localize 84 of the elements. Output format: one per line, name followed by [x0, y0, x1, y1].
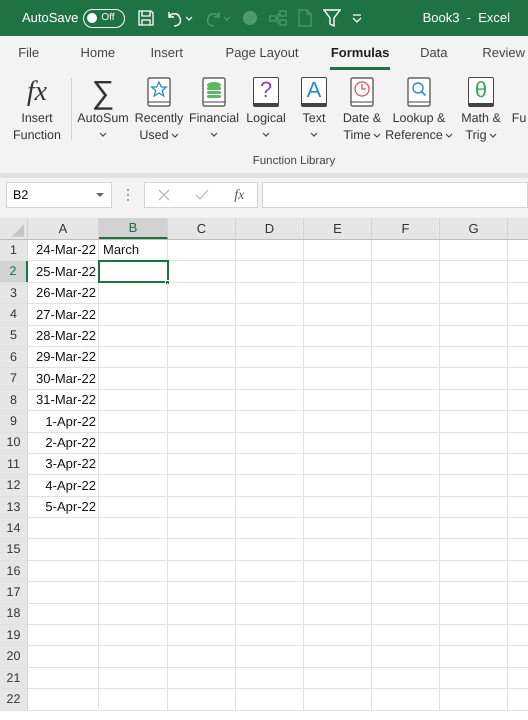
row-header[interactable]: 7	[0, 368, 28, 389]
cell-text: 29-Mar-22	[36, 348, 96, 366]
autosave-label: AutoSave	[22, 9, 78, 28]
row-header[interactable]: 3	[0, 282, 28, 304]
customize-caret-icon[interactable]	[351, 12, 364, 24]
clock-book-icon	[349, 77, 375, 107]
fill-handle[interactable]	[165, 280, 170, 285]
row-header[interactable]: 14	[0, 518, 28, 538]
row-header[interactable]: 16	[0, 560, 28, 582]
row-header[interactable]: 9	[0, 411, 28, 432]
column-header[interactable]: D	[236, 218, 304, 239]
name-box[interactable]: B2	[6, 182, 112, 208]
row-header[interactable]: 5	[0, 326, 28, 346]
ribbon-button[interactable]: Recently Used	[131, 74, 187, 144]
column-header[interactable]: C	[168, 218, 236, 239]
filter-icon[interactable]	[323, 8, 342, 28]
ribbon-tab[interactable]: File	[17, 36, 40, 70]
row-header[interactable]: 6	[0, 346, 28, 368]
cell-text: 5-Apr-22	[45, 498, 96, 516]
cell-text: 1-Apr-22	[45, 412, 96, 431]
book-icon: θ	[468, 77, 494, 107]
column-header[interactable]: B	[99, 218, 168, 239]
row-header[interactable]: 19	[0, 625, 28, 646]
row-header[interactable]: 21	[0, 668, 28, 688]
insert-function-icon: fx	[26, 76, 48, 108]
row-header[interactable]: 17	[0, 582, 28, 603]
ribbon-tab[interactable]: Home	[78, 36, 118, 70]
document-icon	[297, 9, 314, 27]
circle-icon	[241, 9, 260, 27]
active-cell[interactable]	[99, 261, 168, 282]
star-book-icon	[146, 77, 172, 107]
row-header[interactable]: 11	[0, 454, 28, 474]
magnifier-book-icon	[406, 77, 432, 107]
row-header[interactable]: 2	[0, 261, 28, 282]
ribbon-button[interactable]: ∑ AutoSum	[75, 74, 131, 138]
column-header[interactable]: G	[440, 218, 508, 239]
cell-text: March	[103, 241, 140, 260]
cell-text: 24-Mar-22	[36, 241, 96, 260]
ribbon-button[interactable]: fx Insert Function	[6, 74, 68, 144]
autosave-toggle[interactable]: Off	[83, 8, 126, 28]
book-icon: ?	[253, 77, 279, 107]
row-header[interactable]: 20	[0, 646, 28, 667]
save-icon[interactable]	[137, 9, 156, 27]
cell-text: 4-Apr-22	[45, 476, 96, 495]
column-header[interactable]: E	[304, 218, 372, 239]
ribbon-tab[interactable]: Review	[479, 36, 528, 70]
formula-input[interactable]	[262, 182, 528, 208]
book-icon: A	[301, 77, 327, 107]
sigma-icon: ∑	[92, 76, 114, 108]
ribbon-button[interactable]: Lookup & Reference	[387, 74, 451, 144]
row-header[interactable]: 12	[0, 475, 28, 496]
ribbon-button[interactable]: A Text	[291, 74, 337, 138]
ribbon-tab[interactable]: Insert	[147, 36, 186, 70]
row-header[interactable]: 15	[0, 539, 28, 560]
ribbon-button[interactable]: Financial	[187, 74, 241, 138]
row-header[interactable]: 22	[0, 689, 28, 710]
cell-text: 30-Mar-22	[36, 370, 96, 388]
row-header[interactable]: 4	[0, 304, 28, 325]
cell-text: 2-Apr-22	[45, 434, 96, 452]
row-header[interactable]: 13	[0, 496, 28, 518]
cell-text: 28-Mar-22	[36, 327, 96, 345]
cell-text: 31-Mar-22	[36, 391, 96, 410]
ribbon-button[interactable]: Date & Time	[337, 74, 387, 144]
grip-icon	[126, 188, 130, 202]
ribbon-button[interactable]: θ Math & Trig	[451, 74, 511, 144]
row-header[interactable]: 8	[0, 390, 28, 410]
group-label: Function Library	[252, 154, 336, 169]
ribbon-button[interactable]: ? Logical	[241, 74, 291, 138]
ribbon-tab[interactable]: Data	[418, 36, 450, 70]
window-title: Book3 - Excel	[422, 9, 510, 28]
row-header[interactable]: 18	[0, 604, 28, 624]
insert-function-button[interactable]: fx	[234, 184, 244, 206]
ribbon-button[interactable]: Fu	[511, 74, 527, 127]
cell-text: 27-Mar-22	[36, 306, 96, 324]
cell-text: 25-Mar-22	[36, 262, 96, 281]
row-header[interactable]: 1	[0, 240, 28, 260]
row-header[interactable]: 10	[0, 432, 28, 453]
coins-book-icon	[201, 77, 227, 107]
diagram-icon	[269, 9, 288, 27]
column-header[interactable]: F	[372, 218, 440, 239]
cell-text: 3-Apr-22	[45, 455, 96, 474]
ribbon-tab[interactable]: Page Layout	[222, 36, 302, 70]
dropdown-caret-icon	[95, 192, 105, 198]
cell-text: 26-Mar-22	[36, 284, 96, 302]
